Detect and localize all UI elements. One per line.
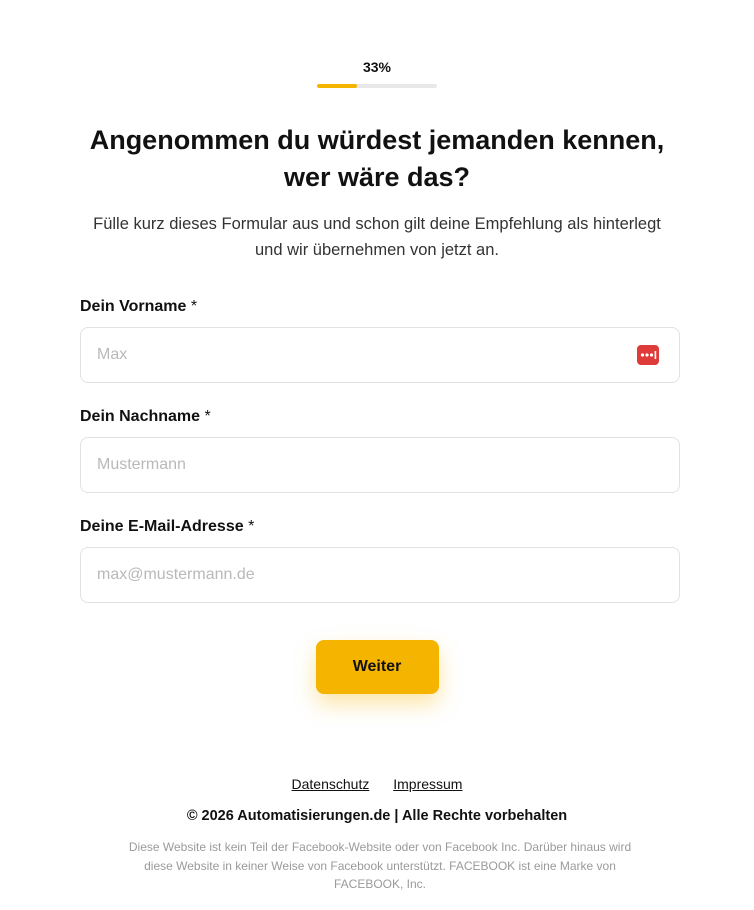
progress-fill xyxy=(317,84,357,88)
first-name-label-text: Dein Vorname xyxy=(80,298,187,315)
submit-button-wrapper: Weiter xyxy=(0,640,754,694)
footer-links: Datenschutz Impressum xyxy=(0,775,754,793)
email-input[interactable] xyxy=(81,548,679,602)
password-manager-icon-graphic xyxy=(637,345,659,365)
required-asterisk: * xyxy=(190,298,198,315)
first-name-label: Dein Vorname * xyxy=(80,297,680,317)
last-name-input[interactable] xyxy=(81,438,679,492)
continue-button[interactable]: Weiter xyxy=(315,640,439,694)
page-subtitle: Fülle kurz dieses Formular aus und schon… xyxy=(93,215,661,259)
copyright-text: © 2026 Automatisierungen.de | Alle Recht… xyxy=(186,808,568,824)
facebook-disclaimer: Diese Website ist kein Teil der Facebook… xyxy=(128,840,632,891)
last-name-label: Dein Nachname * xyxy=(80,407,680,427)
email-label: Deine E-Mail-Adresse * xyxy=(80,517,680,537)
imprint-link[interactable]: Impressum xyxy=(393,776,462,792)
required-asterisk: * xyxy=(204,408,211,425)
privacy-link[interactable]: Datenschutz xyxy=(292,776,370,792)
last-name-input-box xyxy=(80,437,680,493)
email-label-text: Deine E-Mail-Adresse xyxy=(80,518,244,535)
password-manager-icon[interactable] xyxy=(637,345,659,365)
progress-track xyxy=(317,84,437,88)
email-input-box xyxy=(80,547,680,603)
last-name-field-group: Dein Nachname * xyxy=(80,407,680,493)
progress-percentage: 33% xyxy=(362,59,392,75)
page-title: Angenommen du würdest jemanden kennen, w… xyxy=(89,125,665,192)
email-field-group: Deine E-Mail-Adresse * xyxy=(80,517,680,603)
first-name-input-box xyxy=(80,327,680,383)
first-name-input[interactable] xyxy=(81,328,679,382)
first-name-field-group: Dein Vorname * xyxy=(80,297,680,383)
last-name-label-text: Dein Nachname xyxy=(80,408,201,425)
required-asterisk: * xyxy=(248,518,255,535)
progress-indicator: 33% xyxy=(0,58,754,88)
